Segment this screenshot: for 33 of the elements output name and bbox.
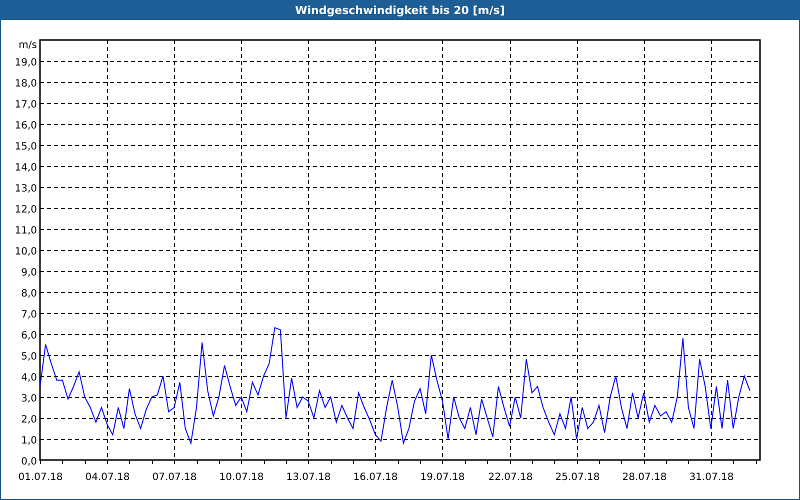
y-axis-label: 17,0	[14, 100, 37, 110]
y-axis-label: 12,0	[14, 204, 37, 216]
x-axis-label: 04.07.18	[85, 472, 130, 483]
y-axis-label: 2,0	[21, 414, 37, 426]
x-axis-label: 10.07.18	[219, 472, 264, 483]
y-axis-label: 19,0	[14, 58, 37, 68]
y-axis-label: 7,0	[21, 310, 37, 320]
y-axis-label: 8,0	[21, 288, 37, 300]
y-axis-label: 1,0	[21, 436, 37, 446]
x-axis-label: 01.07.18	[18, 472, 63, 483]
x-axis-label: 25.07.18	[555, 472, 600, 483]
y-axis-label: 9,0	[21, 268, 37, 278]
x-axis-label: 28.07.18	[622, 472, 667, 483]
y-axis-label: 5,0	[21, 352, 37, 362]
y-axis-label: 6,0	[21, 330, 37, 342]
y-axis-label: 3,0	[21, 394, 37, 404]
x-axis-label: 19.07.18	[420, 472, 465, 483]
y-axis-label: 10,0	[14, 246, 37, 258]
y-axis-label: 4,0	[21, 372, 37, 384]
y-axis-label: 16,0	[14, 120, 37, 132]
y-axis-label: 18,0	[14, 78, 37, 90]
x-axis-label: 13.07.18	[286, 472, 331, 483]
y-axis-label: 11,0	[14, 226, 37, 236]
y-axis-label: 15,0	[14, 142, 37, 152]
x-axis-label: 16.07.18	[353, 472, 398, 483]
y-axis-label: 13,0	[14, 184, 37, 194]
y-axis-unit: m/s	[18, 40, 37, 51]
window-title: Windgeschwindigkeit bis 20 [m/s]	[295, 4, 505, 17]
x-axis-label: 07.07.18	[152, 472, 197, 483]
y-axis-label: 14,0	[14, 162, 37, 174]
y-axis-label: 0,0	[21, 456, 37, 468]
x-axis-label: 31.07.18	[689, 472, 734, 483]
x-axis-label: 22.07.18	[488, 472, 533, 483]
